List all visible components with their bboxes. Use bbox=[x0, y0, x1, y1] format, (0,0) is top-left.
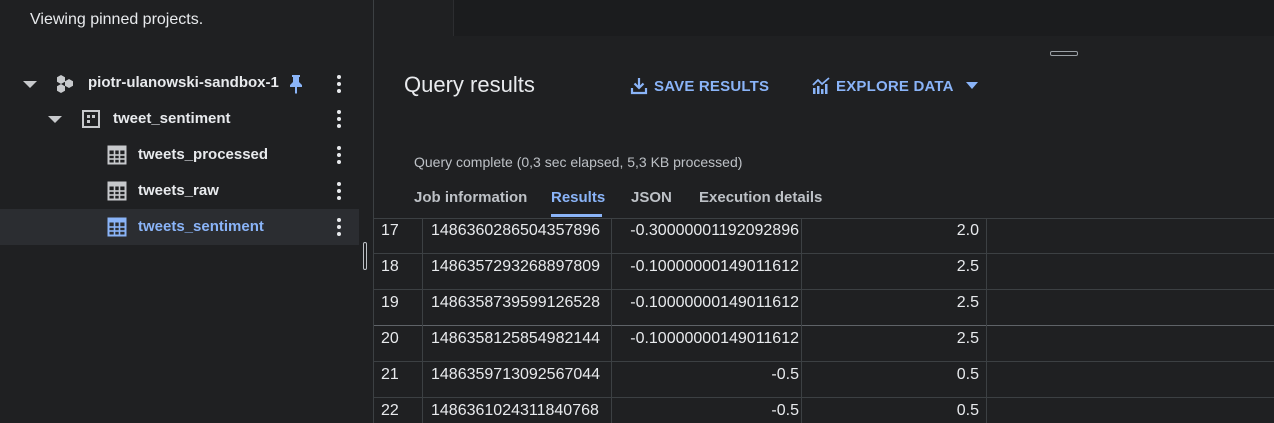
tab-job-information[interactable]: Job information bbox=[414, 189, 527, 206]
sentiment-score-cell[interactable]: -0.30000001192092896 bbox=[611, 218, 799, 254]
id-cell[interactable]: 1486361024311840768 bbox=[431, 398, 611, 423]
project-label: piotr-ulanowski-sandbox-1 bbox=[88, 74, 279, 91]
tab-results[interactable]: Results bbox=[551, 189, 605, 206]
tree-item-table[interactable]: tweets_processed bbox=[0, 137, 359, 173]
explorer-panel: Viewing pinned projects. piotr-ulanowski… bbox=[0, 0, 359, 423]
table-row[interactable]: 19 1486358739599126528 -0.10000000149011… bbox=[374, 290, 1274, 326]
explore-data-label: EXPLORE DATA bbox=[836, 77, 954, 95]
table-icon bbox=[107, 217, 127, 237]
id-cell[interactable]: 1486357293268897809 bbox=[431, 254, 611, 290]
dataset-icon bbox=[82, 110, 100, 128]
tree-item-project[interactable]: piotr-ulanowski-sandbox-1 bbox=[0, 66, 359, 102]
magnitude-cell[interactable]: 2.5 bbox=[801, 326, 979, 362]
table-more-menu-icon[interactable] bbox=[332, 216, 346, 238]
table-label: tweets_raw bbox=[138, 182, 219, 199]
dropdown-arrow-icon[interactable] bbox=[965, 82, 978, 90]
explore-chart-icon bbox=[812, 77, 830, 94]
row-number-cell: 22 bbox=[381, 402, 399, 419]
row-number-cell: 18 bbox=[381, 258, 399, 275]
row-number-cell: 20 bbox=[381, 330, 399, 347]
explore-data-button[interactable]: EXPLORE DATA bbox=[812, 75, 978, 97]
row-number-cell: 21 bbox=[381, 366, 399, 383]
table-row[interactable]: 18 1486357293268897809 -0.10000000149011… bbox=[374, 254, 1274, 290]
editor-resize-handle[interactable] bbox=[1050, 51, 1078, 56]
id-cell[interactable]: 1486358739599126528 bbox=[431, 290, 611, 326]
table-icon bbox=[107, 145, 127, 165]
id-cell[interactable]: 1486358125854982144 bbox=[431, 326, 611, 362]
save-results-button[interactable]: SAVE RESULTS bbox=[630, 75, 769, 97]
table-row[interactable]: 21 1486359713092567044 -0.5 0.5 bbox=[374, 362, 1274, 398]
tree-item-table-selected[interactable]: tweets_sentiment bbox=[0, 209, 359, 245]
table-row[interactable]: 22 1486361024311840768 -0.5 0.5 bbox=[374, 398, 1274, 423]
table-more-menu-icon[interactable] bbox=[332, 180, 346, 202]
expand-caret-icon[interactable] bbox=[23, 81, 37, 88]
sentiment-score-cell[interactable]: -0.10000000149011612 bbox=[611, 254, 799, 290]
bigquery-console: Viewing pinned projects. piotr-ulanowski… bbox=[0, 0, 1274, 423]
download-icon bbox=[630, 78, 648, 95]
project-hexagons-icon bbox=[57, 75, 73, 93]
expand-caret-icon[interactable] bbox=[48, 116, 62, 123]
table-label: tweets_sentiment bbox=[138, 218, 264, 235]
table-icon bbox=[107, 181, 127, 201]
magnitude-cell[interactable]: 0.5 bbox=[801, 398, 979, 423]
sentiment-score-cell[interactable]: -0.10000000149011612 bbox=[611, 326, 799, 362]
sentiment-score-cell[interactable]: -0.5 bbox=[611, 398, 799, 423]
magnitude-cell[interactable]: 0.5 bbox=[801, 362, 979, 398]
row-number-cell: 17 bbox=[381, 222, 399, 239]
tab-execution-details[interactable]: Execution details bbox=[699, 189, 822, 206]
column-divider bbox=[801, 218, 802, 423]
sentiment-score-cell[interactable]: -0.10000000149011612 bbox=[611, 290, 799, 326]
pin-icon[interactable] bbox=[288, 74, 304, 94]
dataset-more-menu-icon[interactable] bbox=[332, 108, 346, 130]
results-title: Query results bbox=[404, 72, 535, 97]
column-divider bbox=[611, 218, 612, 423]
dataset-label: tweet_sentiment bbox=[113, 110, 231, 127]
table-label: tweets_processed bbox=[138, 146, 269, 163]
row-number-cell: 19 bbox=[381, 294, 399, 311]
query-status: Query complete (0,3 sec elapsed, 5,3 KB … bbox=[414, 154, 743, 170]
panel-resize-handle[interactable] bbox=[363, 242, 367, 270]
id-cell[interactable]: 1486359713092567044 bbox=[431, 362, 611, 398]
id-cell[interactable]: 1486360286504357896 bbox=[431, 218, 611, 254]
table-row[interactable]: 17 1486360286504357896 -0.30000001192092… bbox=[374, 218, 1274, 254]
tree-item-table[interactable]: tweets_raw bbox=[0, 173, 359, 209]
magnitude-cell[interactable]: 2.5 bbox=[801, 290, 979, 326]
project-more-menu-icon[interactable] bbox=[332, 73, 346, 95]
magnitude-cell[interactable]: 2.5 bbox=[801, 254, 979, 290]
save-results-label: SAVE RESULTS bbox=[654, 77, 770, 95]
sentiment-score-cell[interactable]: -0.5 bbox=[611, 362, 799, 398]
column-divider bbox=[422, 218, 423, 423]
table-more-menu-icon[interactable] bbox=[332, 144, 346, 166]
table-row[interactable]: 20 1486358125854982144 -0.10000000149011… bbox=[374, 326, 1274, 362]
tab-json[interactable]: JSON bbox=[631, 189, 672, 206]
column-divider bbox=[986, 218, 987, 423]
pinned-projects-note: Viewing pinned projects. bbox=[30, 11, 204, 28]
magnitude-cell[interactable]: 2.0 bbox=[801, 218, 979, 254]
query-editor[interactable] bbox=[453, 0, 1274, 36]
active-tab-indicator bbox=[551, 214, 602, 217]
tree-item-dataset[interactable]: tweet_sentiment bbox=[0, 101, 359, 137]
